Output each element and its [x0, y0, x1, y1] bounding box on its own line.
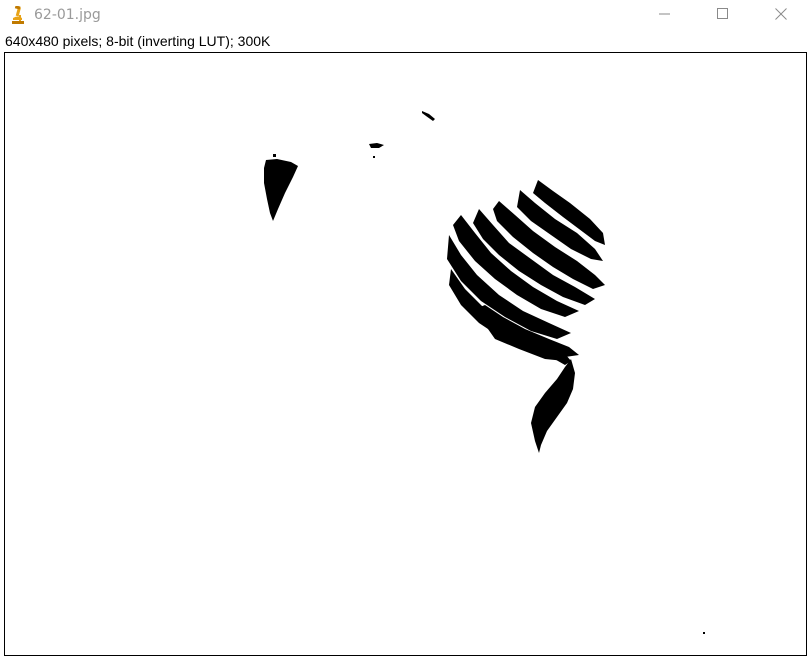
- maximize-button[interactable]: [694, 0, 752, 32]
- blob-lower: [531, 359, 575, 453]
- microscope-icon: [10, 5, 26, 26]
- fleck-top: [422, 111, 435, 121]
- title-bar[interactable]: 62-01.jpg: [0, 0, 809, 32]
- fleck-dot: [373, 156, 375, 158]
- minimize-icon: [659, 7, 671, 25]
- fleck-small: [369, 143, 384, 148]
- close-button[interactable]: [752, 0, 809, 32]
- window-title: 62-01.jpg: [34, 7, 101, 23]
- maximize-icon: [717, 7, 729, 25]
- blob-left: [264, 159, 298, 221]
- image-info-text: 640x480 pixels; 8-bit (inverting LUT); 3…: [5, 33, 271, 49]
- minimize-button[interactable]: [636, 0, 694, 32]
- image-canvas[interactable]: [4, 52, 807, 656]
- speck-bottom: [703, 632, 705, 634]
- blob-cluster: [447, 180, 605, 365]
- binary-image: [264, 111, 705, 634]
- close-icon: [775, 7, 787, 25]
- image-window: 62-01.jpg 640x480 pixels; 8-bit (inverti…: [0, 0, 809, 658]
